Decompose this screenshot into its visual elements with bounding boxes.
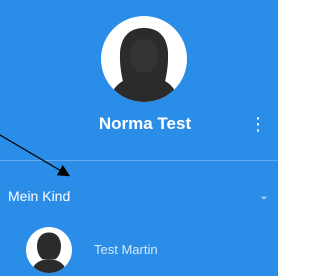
section-label: Mein Kind: [8, 188, 71, 204]
list-item-child[interactable]: Test Martin: [0, 224, 278, 276]
female-avatar-icon[interactable]: [101, 16, 187, 102]
child-avatar-icon: [26, 227, 72, 273]
chevron-down-icon: ⌄: [259, 190, 269, 202]
child-name: Test Martin: [94, 242, 158, 257]
child-avatar-silhouette: [31, 232, 67, 273]
section-toggle-mein-kind[interactable]: Mein Kind ⌄: [0, 182, 278, 210]
more-options-icon[interactable]: ⋮: [248, 112, 268, 136]
profile-name: Norma Test: [98, 114, 192, 133]
divider: [0, 160, 278, 161]
avatar-silhouette: [109, 28, 179, 102]
navigation-drawer: Norma Test ⋮ Mein Kind ⌄ Test Martin: [0, 0, 278, 276]
